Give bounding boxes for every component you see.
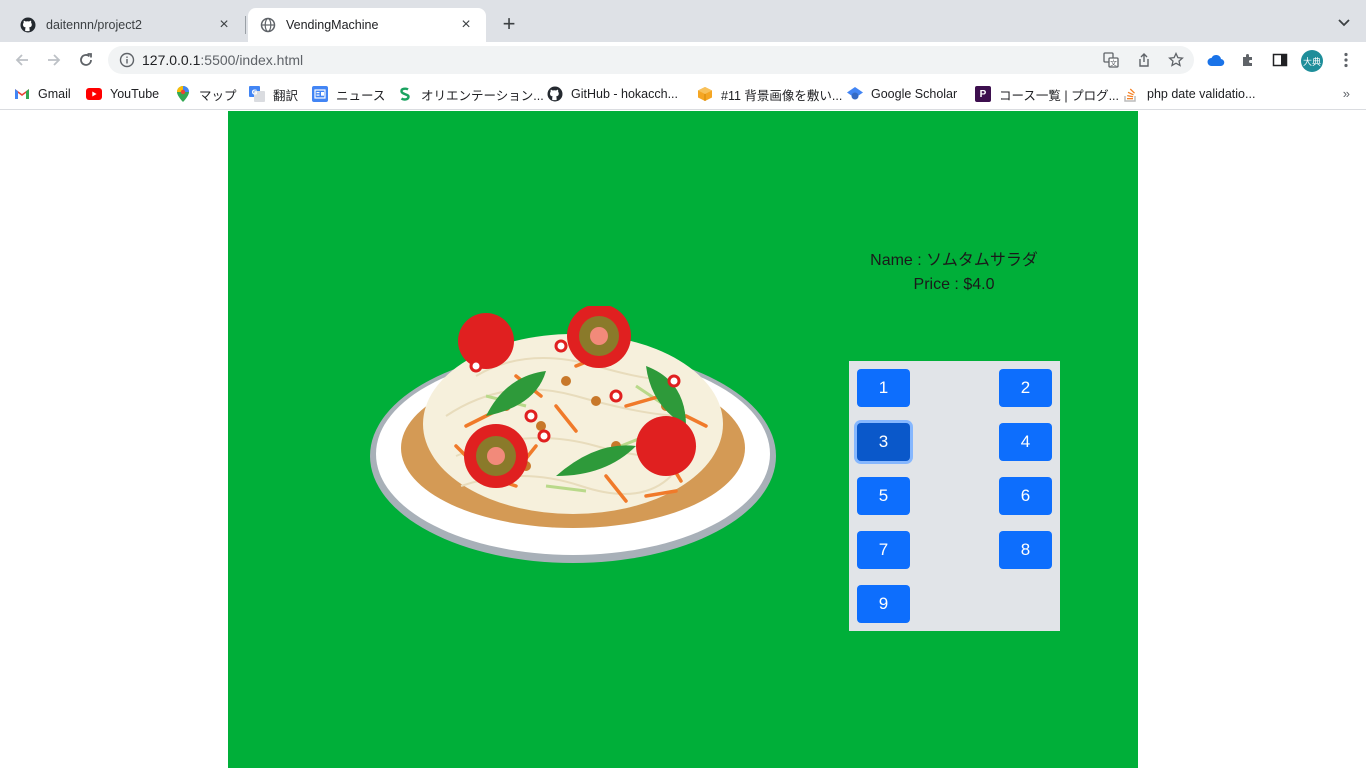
key-5-button[interactable]: 5 (857, 477, 910, 515)
key-9-button[interactable]: 9 (857, 585, 910, 623)
extensions-icon[interactable] (1239, 51, 1257, 69)
bookmark-label: マップ (199, 88, 237, 103)
bookmark-youtube[interactable]: YouTube (86, 85, 159, 103)
back-button[interactable] (12, 50, 32, 70)
key-1-button[interactable]: 1 (857, 369, 910, 407)
address-bar[interactable]: 127.0.0.1:5500/index.html 文 (108, 46, 1194, 74)
product-price: Price : $4.0 (913, 276, 995, 293)
bookmark-label: Google Scholar (871, 87, 958, 101)
bookmark-maps[interactable]: マップ (175, 85, 237, 103)
close-icon[interactable]: × (458, 17, 474, 33)
maps-icon (175, 86, 191, 102)
bookmark-github[interactable]: GitHub - hokacch... (547, 85, 678, 103)
bookmark-label: ニュース (336, 88, 386, 103)
bookmark-label: 翻訳 (273, 88, 299, 103)
bookmark-php-date[interactable]: php date validatio... (1123, 85, 1255, 103)
svg-text:G: G (252, 89, 258, 97)
bookmark-label: GitHub - hokacch... (571, 87, 678, 101)
arrow-left-icon (15, 54, 28, 66)
box-icon (697, 86, 713, 102)
browser-toolbar: 127.0.0.1:5500/index.html 文 大典 (0, 42, 1366, 78)
new-tab-button[interactable]: + (498, 13, 520, 35)
scholar-icon (847, 86, 863, 102)
github-icon (20, 17, 36, 33)
chevron-down-icon[interactable] (1336, 14, 1352, 30)
tab-title: daitennn/project2 (46, 18, 142, 32)
news-icon (312, 86, 328, 102)
key-3-button[interactable]: 3 (857, 423, 910, 461)
key-4-button[interactable]: 4 (999, 423, 1052, 461)
arrow-right-icon (48, 54, 61, 66)
github-icon (547, 86, 563, 102)
bookmark-progate-courses[interactable]: P コース一覧 | プログ... (975, 85, 1119, 103)
cloud-icon[interactable] (1207, 51, 1225, 69)
reload-button[interactable] (76, 50, 96, 70)
stackoverflow-icon (1123, 86, 1139, 102)
profile-avatar[interactable]: 大典 (1301, 50, 1323, 72)
tab-github-project[interactable]: daitennn/project2 × (8, 8, 244, 42)
bookmark-label: Gmail (38, 87, 71, 101)
tab-vending-machine[interactable]: VendingMachine × (248, 8, 486, 42)
bookmark-google-scholar[interactable]: Google Scholar (847, 85, 957, 103)
key-6-button[interactable]: 6 (999, 477, 1052, 515)
menu-dots-icon[interactable] (1337, 51, 1355, 69)
orientation-icon (397, 86, 413, 102)
key-8-button[interactable]: 8 (999, 531, 1052, 569)
product-name: Name : ソムタムサラダ (870, 252, 1038, 269)
bookmarks-bar: Gmail YouTube マップ G 翻訳 ニュース オリエンテーション... (0, 78, 1366, 110)
page-content: Name : ソムタムサラダ Price : $4.0 1 2 3 4 5 6 … (0, 111, 1366, 768)
url-path: :5500/index.html (200, 52, 304, 68)
url-text: 127.0.0.1:5500/index.html (142, 52, 303, 68)
progate-icon: P (975, 86, 991, 102)
forward-button[interactable] (44, 50, 64, 70)
bookmark-label: php date validatio... (1147, 87, 1256, 101)
globe-icon (260, 17, 276, 33)
bookmark-gmail[interactable]: Gmail (14, 85, 71, 103)
key-2-button[interactable]: 2 (999, 369, 1052, 407)
tab-strip: daitennn/project2 × VendingMachine × + (0, 0, 1366, 42)
reload-icon (80, 53, 92, 66)
bookmark-translate[interactable]: G 翻訳 (249, 85, 298, 103)
bookmark-orientation[interactable]: オリエンテーション... (397, 85, 544, 103)
bookmark-background-image[interactable]: #11 背景画像を敷い... (697, 85, 842, 103)
side-panel-icon[interactable] (1271, 51, 1289, 69)
svg-text:文: 文 (1110, 59, 1117, 68)
bookmark-label: コース一覧 | プログ... (999, 88, 1119, 103)
bookmark-label: オリエンテーション... (421, 88, 544, 103)
product-info: Name : ソムタムサラダ Price : $4.0 (828, 249, 1080, 297)
share-icon[interactable] (1136, 52, 1152, 68)
keypad: 1 2 3 4 5 6 7 8 9 (849, 361, 1060, 631)
tab-title: VendingMachine (286, 18, 379, 32)
url-host: 127.0.0.1 (142, 52, 201, 68)
close-icon[interactable]: × (216, 17, 232, 33)
info-icon[interactable] (119, 52, 135, 68)
key-7-button[interactable]: 7 (857, 531, 910, 569)
star-icon[interactable] (1168, 51, 1184, 68)
bookmark-news[interactable]: ニュース (312, 85, 385, 103)
bookmarks-overflow-button[interactable]: » (1343, 86, 1350, 101)
translate-icon[interactable]: 文 (1103, 52, 1119, 68)
vending-machine: Name : ソムタムサラダ Price : $4.0 1 2 3 4 5 6 … (228, 111, 1138, 768)
gmail-icon (14, 86, 30, 102)
youtube-icon (86, 86, 102, 102)
bookmark-label: YouTube (110, 87, 160, 101)
som-tam-salad-image (366, 304, 786, 576)
tab-separator (245, 16, 246, 34)
bookmark-label: #11 背景画像を敷い... (721, 88, 843, 103)
translate-icon: G (249, 86, 265, 102)
